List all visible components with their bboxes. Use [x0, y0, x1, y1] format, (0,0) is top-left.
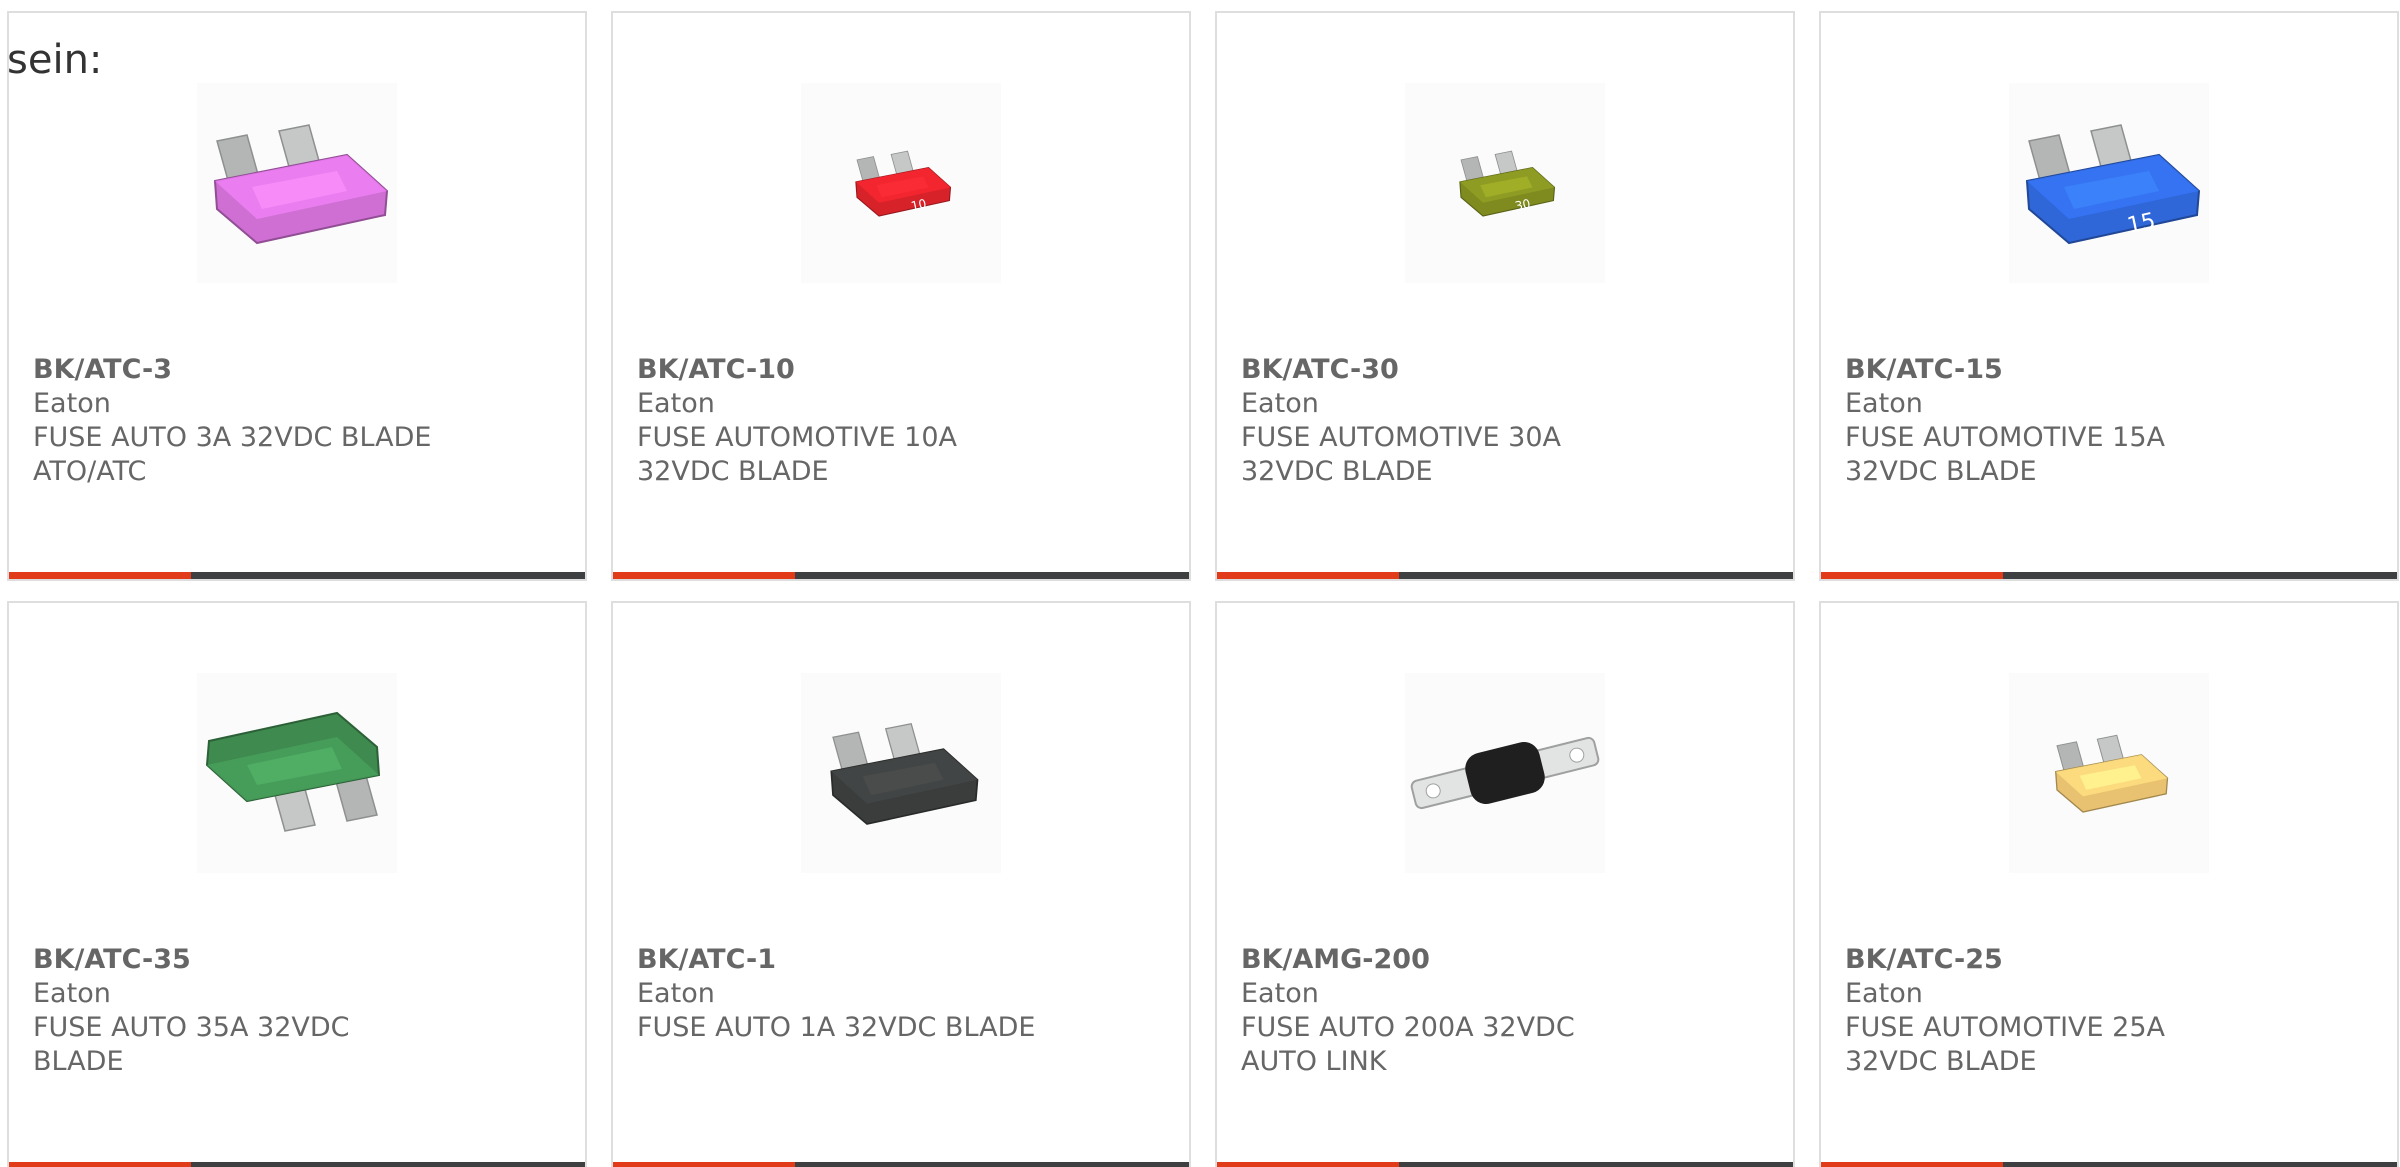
manufacturer-label: Eaton — [637, 388, 715, 419]
link-fuse-icon — [1410, 736, 1600, 810]
card-bottom-bar — [1821, 1162, 2397, 1167]
card-bottom-bar — [9, 572, 585, 579]
product-image[interactable] — [197, 673, 397, 873]
product-image[interactable] — [2009, 673, 2209, 873]
card-accent-bar — [1217, 1162, 1399, 1167]
svg-text:10: 10 — [910, 197, 928, 214]
product-description: FUSE AUTO 35A 32VDC BLADE — [33, 1012, 350, 1077]
manufacturer-label: Eaton — [1845, 388, 1923, 419]
product-card[interactable]: 15 BK/ATC-15 Eaton FUSE AUTOMOTIVE 15A 32VD… — [1819, 11, 2399, 581]
product-description: FUSE AUTOMOTIVE 10A 32VDC BLADE — [637, 422, 957, 487]
svg-text:30: 30 — [1514, 197, 1532, 214]
manufacturer-label: Eaton — [1241, 388, 1319, 419]
blade-fuse-icon — [830, 722, 979, 825]
product-grid: BK/ATC-3 Eaton FUSE AUTO 3A 32VDC BLADE AT… — [7, 11, 2399, 1167]
blade-fuse-icon: 30 — [1459, 150, 1556, 217]
product-image[interactable] — [197, 83, 397, 283]
product-info: BK/ATC-35 Eaton FUSE AUTO 35A 32VDC BLADE — [33, 943, 561, 1079]
blade-fuse-icon: 15 — [2025, 124, 2201, 245]
product-card[interactable]: 10 BK/ATC-10 Eaton FUSE AUTOMOTIVE 10A 32VD… — [611, 11, 1191, 581]
product-info: BK/ATC-30 Eaton FUSE AUTOMOTIVE 30A 32VDC … — [1241, 353, 1769, 489]
product-info: BK/AMG-200 Eaton FUSE AUTO 200A 32VDC AUTO… — [1241, 943, 1769, 1079]
product-card[interactable]: BK/ATC-1 Eaton FUSE AUTO 1A 32VDC BLADE — [611, 601, 1191, 1167]
product-image[interactable]: 30 — [1405, 83, 1605, 283]
product-info: BK/ATC-3 Eaton FUSE AUTO 3A 32VDC BLADE AT… — [33, 353, 561, 489]
blade-fuse-icon: 10 — [855, 150, 952, 217]
card-bottom-bar — [1217, 1162, 1793, 1167]
product-description: FUSE AUTOMOTIVE 25A 32VDC BLADE — [1845, 1012, 2165, 1077]
card-accent-bar — [1217, 572, 1399, 579]
product-description: FUSE AUTO 200A 32VDC AUTO LINK — [1241, 1012, 1575, 1077]
manufacturer-label: Eaton — [1241, 978, 1319, 1009]
product-card[interactable]: BK/ATC-25 Eaton FUSE AUTOMOTIVE 25A 32VDC … — [1819, 601, 2399, 1167]
card-accent-bar — [1821, 1162, 2003, 1167]
product-card[interactable]: BK/AMG-200 Eaton FUSE AUTO 200A 32VDC AUTO… — [1215, 601, 1795, 1167]
product-image[interactable] — [801, 673, 1001, 873]
product-image[interactable]: 10 — [801, 83, 1001, 283]
card-bottom-bar — [9, 1162, 585, 1167]
manufacturer-label: Eaton — [637, 978, 715, 1009]
card-accent-bar — [1821, 572, 2003, 579]
card-accent-bar — [613, 1162, 795, 1167]
intro-text: sein: — [7, 37, 103, 83]
manufacturer-label: Eaton — [1845, 978, 1923, 1009]
product-info: BK/ATC-1 Eaton FUSE AUTO 1A 32VDC BLADE — [637, 943, 1165, 1045]
blade-fuse-icon — [2055, 734, 2169, 813]
part-number-link[interactable]: BK/AMG-200 — [1241, 943, 1769, 977]
card-bottom-bar — [613, 1162, 1189, 1167]
part-number-link[interactable]: BK/ATC-30 — [1241, 353, 1769, 387]
card-bottom-bar — [1821, 572, 2397, 579]
part-number-link[interactable]: BK/ATC-25 — [1845, 943, 2373, 977]
svg-text:15: 15 — [2125, 209, 2158, 239]
product-image[interactable] — [1405, 673, 1605, 873]
card-bottom-bar — [613, 572, 1189, 579]
product-info: BK/ATC-25 Eaton FUSE AUTOMOTIVE 25A 32VDC … — [1845, 943, 2373, 1079]
part-number-link[interactable]: BK/ATC-10 — [637, 353, 1165, 387]
card-accent-bar — [9, 1162, 191, 1167]
part-number-link[interactable]: BK/ATC-15 — [1845, 353, 2373, 387]
card-accent-bar — [9, 572, 191, 579]
product-description: FUSE AUTOMOTIVE 30A 32VDC BLADE — [1241, 422, 1561, 487]
card-accent-bar — [613, 572, 795, 579]
product-card[interactable]: BK/ATC-35 Eaton FUSE AUTO 35A 32VDC BLADE — [7, 601, 587, 1167]
manufacturer-label: Eaton — [33, 388, 111, 419]
product-info: BK/ATC-10 Eaton FUSE AUTOMOTIVE 10A 32VDC … — [637, 353, 1165, 489]
product-info: BK/ATC-15 Eaton FUSE AUTOMOTIVE 15A 32VDC … — [1845, 353, 2373, 489]
product-description: FUSE AUTO 3A 32VDC BLADE ATO/ATC — [33, 422, 432, 487]
blade-fuse-icon — [205, 711, 381, 832]
part-number-link[interactable]: BK/ATC-3 — [33, 353, 561, 387]
part-number-link[interactable]: BK/ATC-1 — [637, 943, 1165, 977]
product-listing-page: sein: BK/ATC-3 Eaton FUSE AUTO 3A 32VDC BL… — [0, 0, 2400, 1167]
blade-fuse-icon — [213, 124, 389, 245]
part-number-link[interactable]: BK/ATC-35 — [33, 943, 561, 977]
product-card[interactable]: 30 BK/ATC-30 Eaton FUSE AUTOMOTIVE 30A 32VD… — [1215, 11, 1795, 581]
card-bottom-bar — [1217, 572, 1793, 579]
product-description: FUSE AUTO 1A 32VDC BLADE — [637, 1012, 1036, 1043]
product-description: FUSE AUTOMOTIVE 15A 32VDC BLADE — [1845, 422, 2165, 487]
product-image[interactable]: 15 — [2009, 83, 2209, 283]
manufacturer-label: Eaton — [33, 978, 111, 1009]
product-card[interactable]: BK/ATC-3 Eaton FUSE AUTO 3A 32VDC BLADE AT… — [7, 11, 587, 581]
